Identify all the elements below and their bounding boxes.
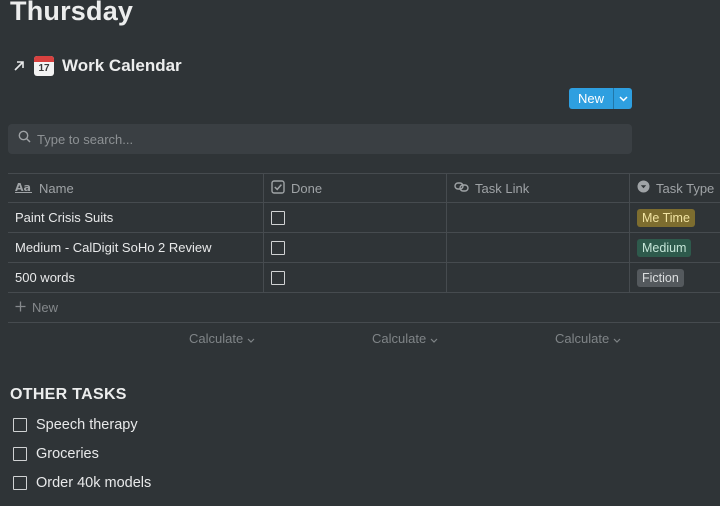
plus-icon [15,300,26,315]
todo-checkbox[interactable] [13,418,27,432]
row-name-cell[interactable]: Medium - CalDigit SoHo 2 Review [8,233,264,262]
calendar-icon: 17 [34,56,54,76]
chevron-down-icon [430,331,438,346]
column-header-task-link[interactable]: Task Link [447,174,630,202]
done-checkbox[interactable] [271,240,285,255]
row-done-cell[interactable] [264,263,447,292]
table-row[interactable]: 500 words Fiction [8,263,720,293]
todo-checkbox[interactable] [13,476,27,490]
row-done-cell[interactable] [264,233,447,262]
row-task-link-cell[interactable] [447,233,630,262]
open-arrow-icon[interactable] [12,59,26,73]
text-aa-icon: Aa [15,181,33,196]
task-type-tag: Fiction [637,268,684,287]
chevron-down-icon [613,331,621,346]
new-button-label[interactable]: New [569,88,613,109]
chevron-down-icon[interactable] [613,88,632,109]
task-type-tag: Me Time [637,208,695,227]
column-header-task-type[interactable]: Task Type [630,174,720,202]
calculate-button-done[interactable]: Calculate [189,331,255,346]
row-task-type-cell[interactable]: Me Time [630,203,720,232]
column-header-name[interactable]: Aa Name [8,174,264,202]
row-task-link-cell[interactable] [447,263,630,292]
search-input[interactable] [37,131,617,147]
row-task-link-cell[interactable] [447,203,630,232]
page-title: Thursday [10,0,134,26]
done-checkbox[interactable] [271,210,285,225]
row-done-cell[interactable] [264,203,447,232]
task-type-tag: Medium [637,238,692,257]
chevron-down-icon [247,331,255,346]
table-header-row: Aa Name Done Task Link Task Type [8,173,720,203]
row-task-type-cell[interactable]: Medium [630,233,720,262]
checkbox-icon [271,179,285,197]
done-checkbox[interactable] [271,270,285,285]
calculate-row: Calculate Calculate Calculate [0,331,720,346]
calculate-button-task-link[interactable]: Calculate [372,331,438,346]
row-name-cell[interactable]: 500 words [8,263,264,292]
new-record-button[interactable]: New [569,88,632,109]
row-name-cell[interactable]: Paint Crisis Suits [8,203,264,232]
table-row[interactable]: Paint Crisis Suits Me Time [8,203,720,233]
table-row[interactable]: Medium - CalDigit SoHo 2 Review Medium [8,233,720,263]
add-row-button[interactable]: New [8,293,720,323]
row-task-type-cell[interactable]: Fiction [630,263,720,292]
select-icon [637,180,650,196]
relation-link-icon [454,181,469,196]
todo-checkbox[interactable] [13,447,27,461]
other-tasks-heading: OTHER TASKS [10,386,127,403]
database-title[interactable]: Work Calendar [62,56,182,76]
todo-item[interactable]: Order 40k models [13,475,151,491]
column-header-done[interactable]: Done [264,174,447,202]
todo-item[interactable]: Speech therapy [13,417,138,433]
search-icon [18,130,31,148]
database-header: 17 Work Calendar [12,56,182,76]
search-bar[interactable] [8,124,632,154]
svg-text:Aa: Aa [15,181,31,193]
calculate-button-task-type[interactable]: Calculate [555,331,621,346]
database-table: Aa Name Done Task Link Task Type Paint C… [8,173,720,323]
todo-item[interactable]: Groceries [13,446,99,462]
